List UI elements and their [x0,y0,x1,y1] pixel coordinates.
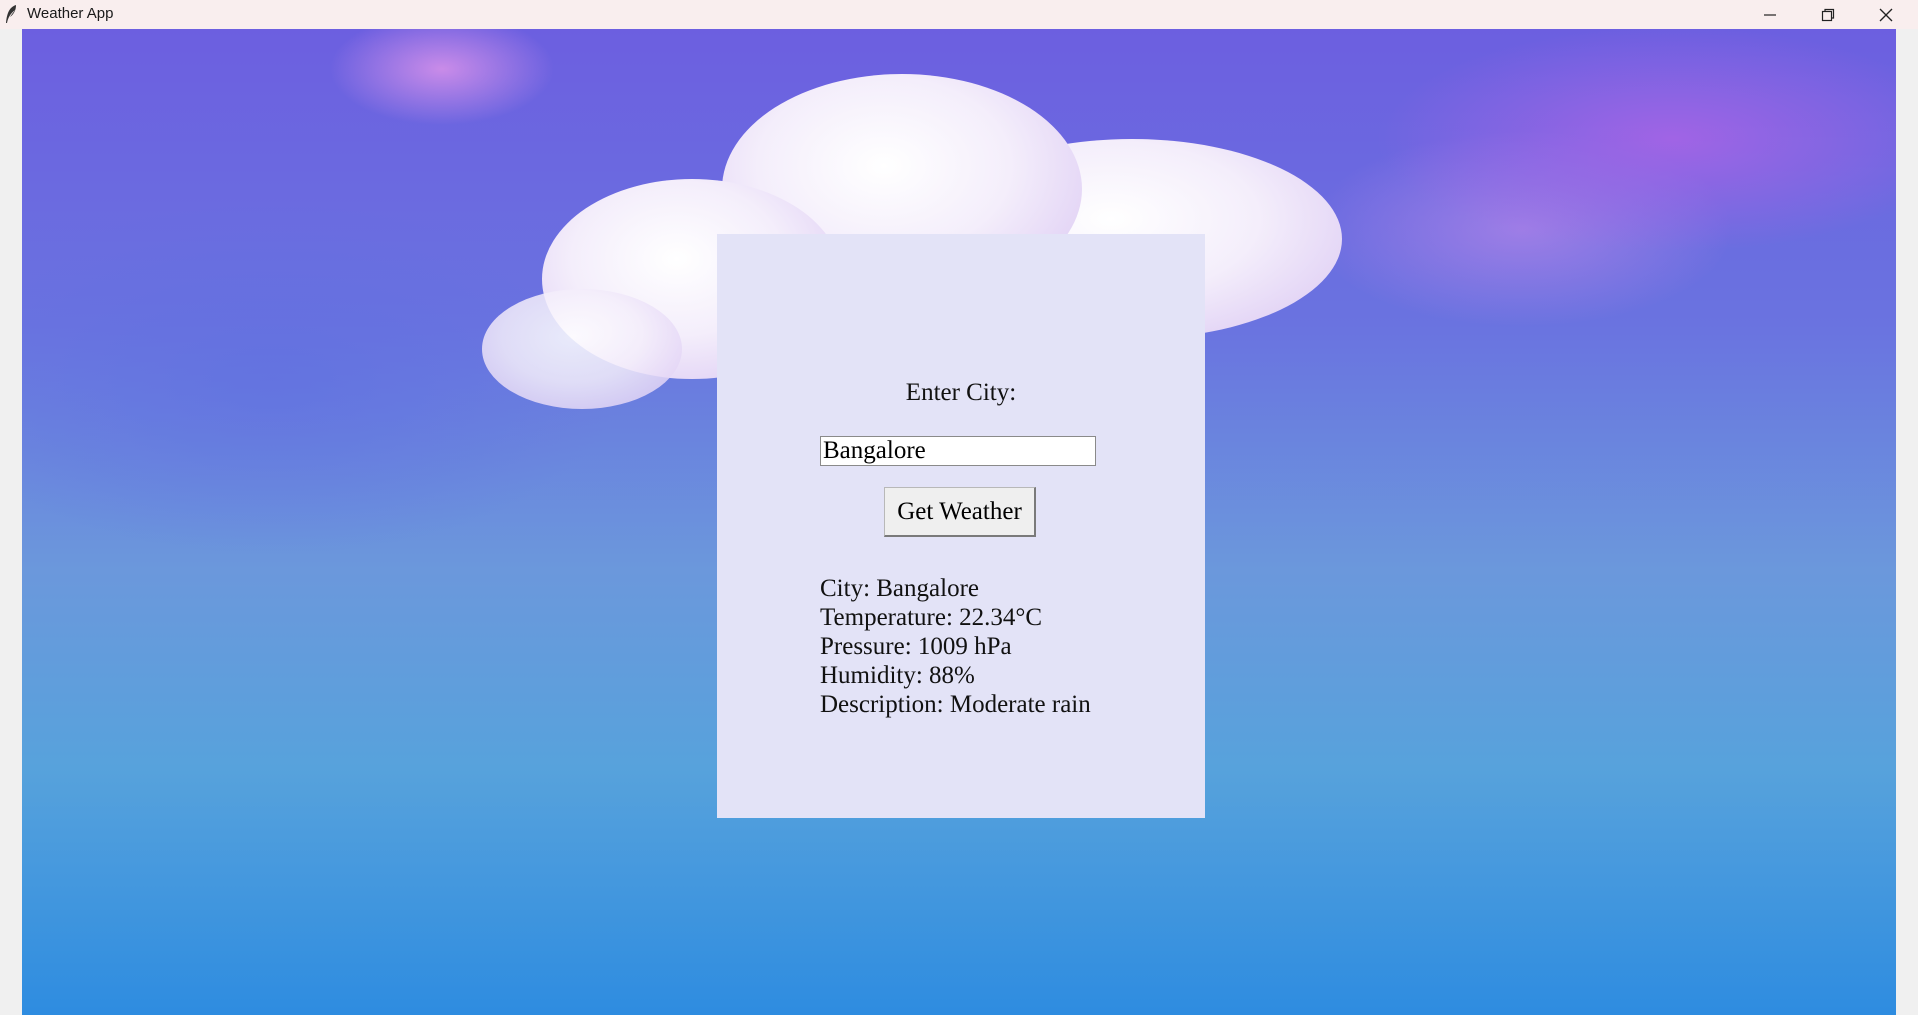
restore-icon [1821,8,1835,22]
result-description: Description: Moderate rain [820,691,1091,718]
sky-background: Enter City: Get Weather City: Bangalore … [22,29,1896,1015]
get-weather-button[interactable]: Get Weather [884,487,1036,537]
minimize-icon [1763,8,1777,22]
result-pressure: Pressure: 1009 hPa [820,633,1012,660]
weather-results: City: Bangalore Temperature: 22.34°C Pre… [820,574,1190,719]
close-button[interactable] [1857,0,1915,29]
close-icon [1879,8,1893,22]
result-city: City: Bangalore [820,575,979,602]
app-window: Weather App Enter City: Bangalore Get We… [0,0,1918,1015]
feather-icon [4,4,18,24]
cloud-image [482,289,682,409]
enter-city-label: Enter City: [905,379,1017,406]
result-temperature: Temperature: 22.34°C [820,604,1043,631]
title-bar[interactable]: Weather App [0,0,1918,29]
minimize-button[interactable] [1741,0,1799,29]
result-humidity: Humidity: 88% [820,662,975,689]
window-title: Weather App [27,5,114,22]
city-input[interactable] [820,436,1096,466]
weather-panel: Enter City: Get Weather City: Bangalore … [717,234,1205,818]
restore-button[interactable] [1799,0,1857,29]
